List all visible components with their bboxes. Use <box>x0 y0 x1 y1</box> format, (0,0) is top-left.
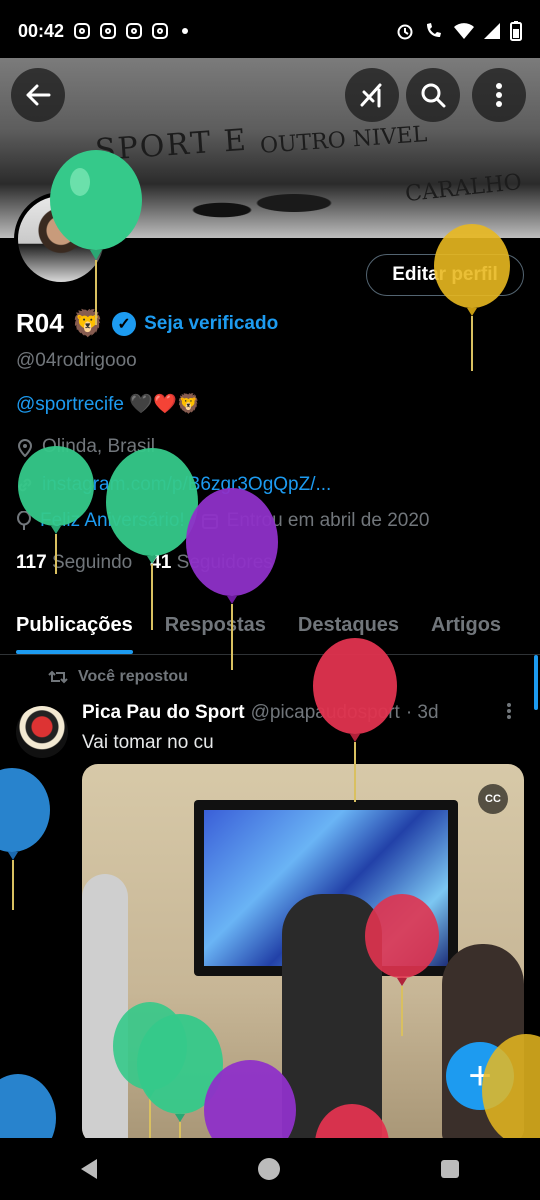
balloon-icon <box>0 1074 56 1138</box>
signal-icon <box>484 23 500 39</box>
bio-emojis: 🖤❤️🦁 <box>129 394 201 415</box>
battery-icon <box>510 21 522 41</box>
post-header: Pica Pau do Sport @picapaudosport · 3d <box>82 702 522 724</box>
grok-icon <box>360 83 382 108</box>
balloon-icon <box>204 1060 296 1138</box>
profile-handle: @04rodrigooo <box>16 350 137 371</box>
call-wifi-icon <box>427 23 441 37</box>
closed-captions-button[interactable]: CC <box>478 784 508 814</box>
tab-artigos[interactable]: Artigos <box>415 602 517 654</box>
wifi-icon <box>454 23 474 39</box>
bio-mention-link[interactable]: @sportrecife <box>16 394 124 415</box>
instagram-notification-icon <box>74 23 91 39</box>
instagram-notification-icon <box>100 23 117 39</box>
profile-bio: @sportrecife 🖤❤️🦁 <box>16 392 200 416</box>
alarm-icon <box>397 24 413 40</box>
search-button[interactable] <box>406 68 460 122</box>
balloon-icon <box>365 894 439 1036</box>
balloon-icon <box>482 1034 540 1138</box>
banner-graffiti-text: CARALHO <box>404 169 524 208</box>
back-button[interactable] <box>11 68 65 122</box>
post-time: · 3d <box>405 702 439 723</box>
post-more-button[interactable] <box>506 702 512 725</box>
repost-icon <box>48 670 68 684</box>
balloon-icon <box>313 638 397 802</box>
arrow-left-icon <box>26 84 51 106</box>
more-options-button[interactable] <box>472 68 526 122</box>
more-notifications-dot <box>182 28 189 34</box>
instagram-notification-icon <box>152 23 169 39</box>
post-author-avatar[interactable] <box>16 706 68 758</box>
post-text: Vai tomar no cu <box>82 732 214 753</box>
banner-graffiti-text: OUTRO NIVEL <box>259 122 429 159</box>
balloon-icon <box>315 1104 389 1138</box>
system-navigation-bar <box>0 1138 540 1200</box>
balloon-icon <box>50 150 142 325</box>
balloon-icon <box>434 224 510 371</box>
balloon-icon <box>18 446 94 574</box>
repost-label: Você repostou <box>78 668 188 685</box>
search-icon <box>421 83 446 108</box>
grok-button[interactable] <box>345 68 399 122</box>
status-time: 00:42 <box>18 20 65 41</box>
nav-back-icon[interactable] <box>80 1159 97 1179</box>
nav-home-icon[interactable] <box>257 1158 280 1180</box>
instagram-notification-icon <box>126 23 143 39</box>
repost-indicator: Você repostou <box>48 668 188 686</box>
balloon-icon <box>0 768 50 910</box>
get-verified-link[interactable]: Seja verificado <box>144 313 278 335</box>
balloon-icon <box>186 488 278 670</box>
scroll-indicator <box>534 655 538 710</box>
vertical-dots-icon <box>507 703 511 719</box>
vertical-dots-icon <box>496 83 502 107</box>
post-author-name[interactable]: Pica Pau do Sport <box>82 702 245 724</box>
nav-recents-icon[interactable] <box>441 1160 460 1178</box>
status-bar: 00:42 <box>0 0 540 62</box>
banner-photo-people <box>150 168 390 238</box>
